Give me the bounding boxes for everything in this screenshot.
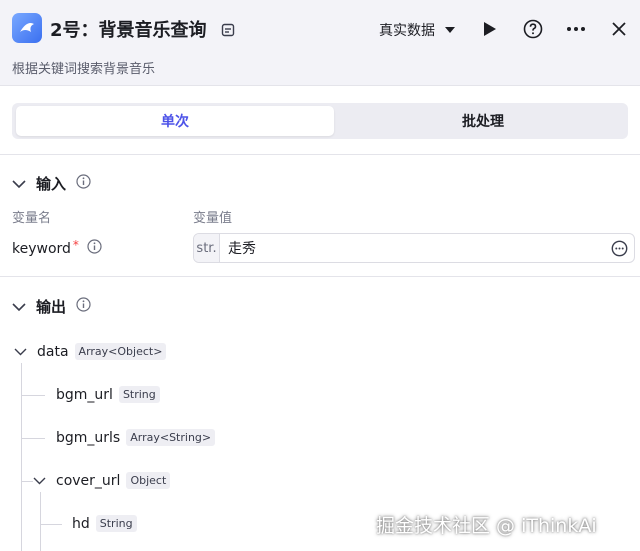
field-name: bgm_url bbox=[56, 386, 113, 403]
panel-header: 2号：背景音乐查询 真实数据 根据关键词搜索背景音乐 bbox=[0, 0, 640, 86]
field-name: cover_url bbox=[56, 472, 121, 489]
watermark: 掘金技术社区 @ iThinkAi bbox=[376, 515, 597, 537]
page-subtitle: 根据关键词搜索背景音乐 bbox=[12, 62, 156, 77]
tree-node-data[interactable]: data Array<Object> bbox=[14, 343, 167, 360]
type-badge: Array<Object> bbox=[74, 343, 167, 360]
keyword-input[interactable] bbox=[228, 240, 588, 256]
type-badge: String bbox=[95, 515, 137, 532]
type-tag: str. bbox=[194, 234, 220, 262]
chevron-down-icon[interactable] bbox=[12, 298, 26, 316]
type-badge: Array<String> bbox=[126, 429, 216, 446]
tab-single[interactable]: 单次 bbox=[16, 106, 334, 136]
output-section-header: 输出 bbox=[12, 296, 91, 317]
tree-node-hd[interactable]: hd String bbox=[72, 515, 137, 532]
type-badge: Object bbox=[126, 472, 171, 489]
output-section-title: 输出 bbox=[36, 298, 67, 316]
divider bbox=[0, 154, 640, 155]
chevron-down-icon[interactable] bbox=[12, 175, 26, 193]
help-icon[interactable] bbox=[521, 17, 545, 41]
info-icon[interactable] bbox=[76, 297, 91, 316]
tree-guide bbox=[21, 438, 45, 439]
close-icon[interactable] bbox=[607, 17, 631, 41]
input-section-title: 输入 bbox=[36, 175, 67, 193]
variable-picker-icon[interactable] bbox=[611, 240, 628, 261]
data-mode-select[interactable]: 真实数据 bbox=[379, 20, 455, 40]
param-keyword-label: keyword * bbox=[12, 237, 102, 258]
field-name: data bbox=[37, 343, 69, 360]
type-badge: String bbox=[118, 386, 160, 403]
chevron-down-icon bbox=[445, 22, 455, 38]
tree-guide bbox=[40, 492, 41, 551]
field-name: bgm_urls bbox=[56, 429, 121, 446]
tree-guide bbox=[21, 363, 22, 551]
required-mark: * bbox=[72, 237, 79, 252]
column-variable-name: 变量名 bbox=[12, 211, 52, 226]
info-icon[interactable] bbox=[87, 239, 102, 258]
tree-node-bgm-url[interactable]: bgm_url String bbox=[56, 386, 160, 403]
data-mode-label: 真实数据 bbox=[379, 23, 435, 39]
app-logo-icon bbox=[12, 13, 42, 43]
tree-guide bbox=[21, 481, 33, 482]
param-name: keyword bbox=[12, 240, 71, 257]
edit-icon[interactable] bbox=[221, 22, 235, 41]
tree-node-cover-url[interactable]: cover_url Object bbox=[33, 472, 171, 489]
input-section-header: 输入 bbox=[12, 173, 91, 194]
field-name: hd bbox=[72, 515, 90, 532]
chevron-down-icon[interactable] bbox=[14, 344, 27, 360]
tab-batch[interactable]: 批处理 bbox=[342, 106, 624, 136]
run-mode-tabs: 单次 批处理 bbox=[12, 103, 628, 139]
divider bbox=[0, 276, 640, 277]
tree-guide bbox=[21, 395, 45, 396]
chevron-down-icon[interactable] bbox=[33, 473, 46, 489]
page-title: 2号：背景音乐查询 bbox=[50, 20, 207, 41]
more-icon[interactable] bbox=[564, 17, 588, 41]
column-variable-value: 变量值 bbox=[193, 211, 233, 226]
play-icon[interactable] bbox=[478, 17, 502, 41]
keyword-input-box: str. bbox=[193, 233, 635, 263]
tree-node-bgm-urls[interactable]: bgm_urls Array<String> bbox=[56, 429, 216, 446]
info-icon[interactable] bbox=[76, 174, 91, 193]
tree-guide bbox=[40, 524, 62, 525]
